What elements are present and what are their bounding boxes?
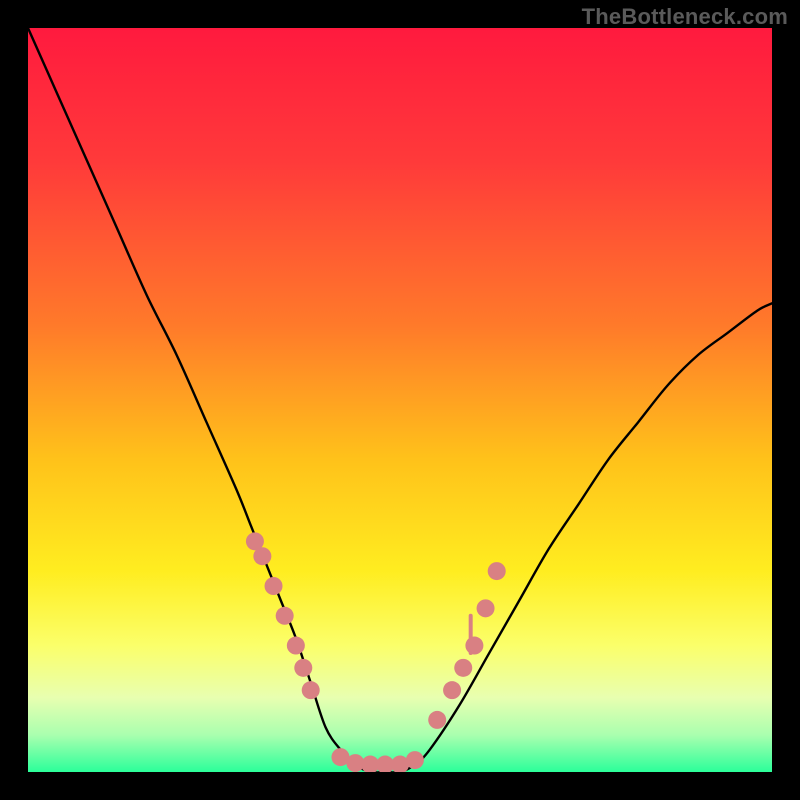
dot-left-slope-dots <box>276 607 294 625</box>
bottleneck-chart <box>28 28 772 772</box>
dot-right-slope-dots <box>428 711 446 729</box>
dot-right-slope-dots <box>488 562 506 580</box>
chart-container: TheBottleneck.com <box>0 0 800 800</box>
dot-trough-dots <box>406 751 424 769</box>
dot-left-slope-dots <box>253 547 271 565</box>
gradient-background <box>28 28 772 772</box>
dot-left-slope-dots <box>302 681 320 699</box>
dot-right-slope-dots <box>454 659 472 677</box>
dot-right-slope-dots <box>477 599 495 617</box>
dot-right-slope-dots <box>443 681 461 699</box>
dot-left-slope-dots <box>294 659 312 677</box>
dot-left-slope-dots <box>265 577 283 595</box>
dot-right-slope-dots <box>465 637 483 655</box>
dot-left-slope-dots <box>287 637 305 655</box>
watermark-text: TheBottleneck.com <box>582 4 788 30</box>
